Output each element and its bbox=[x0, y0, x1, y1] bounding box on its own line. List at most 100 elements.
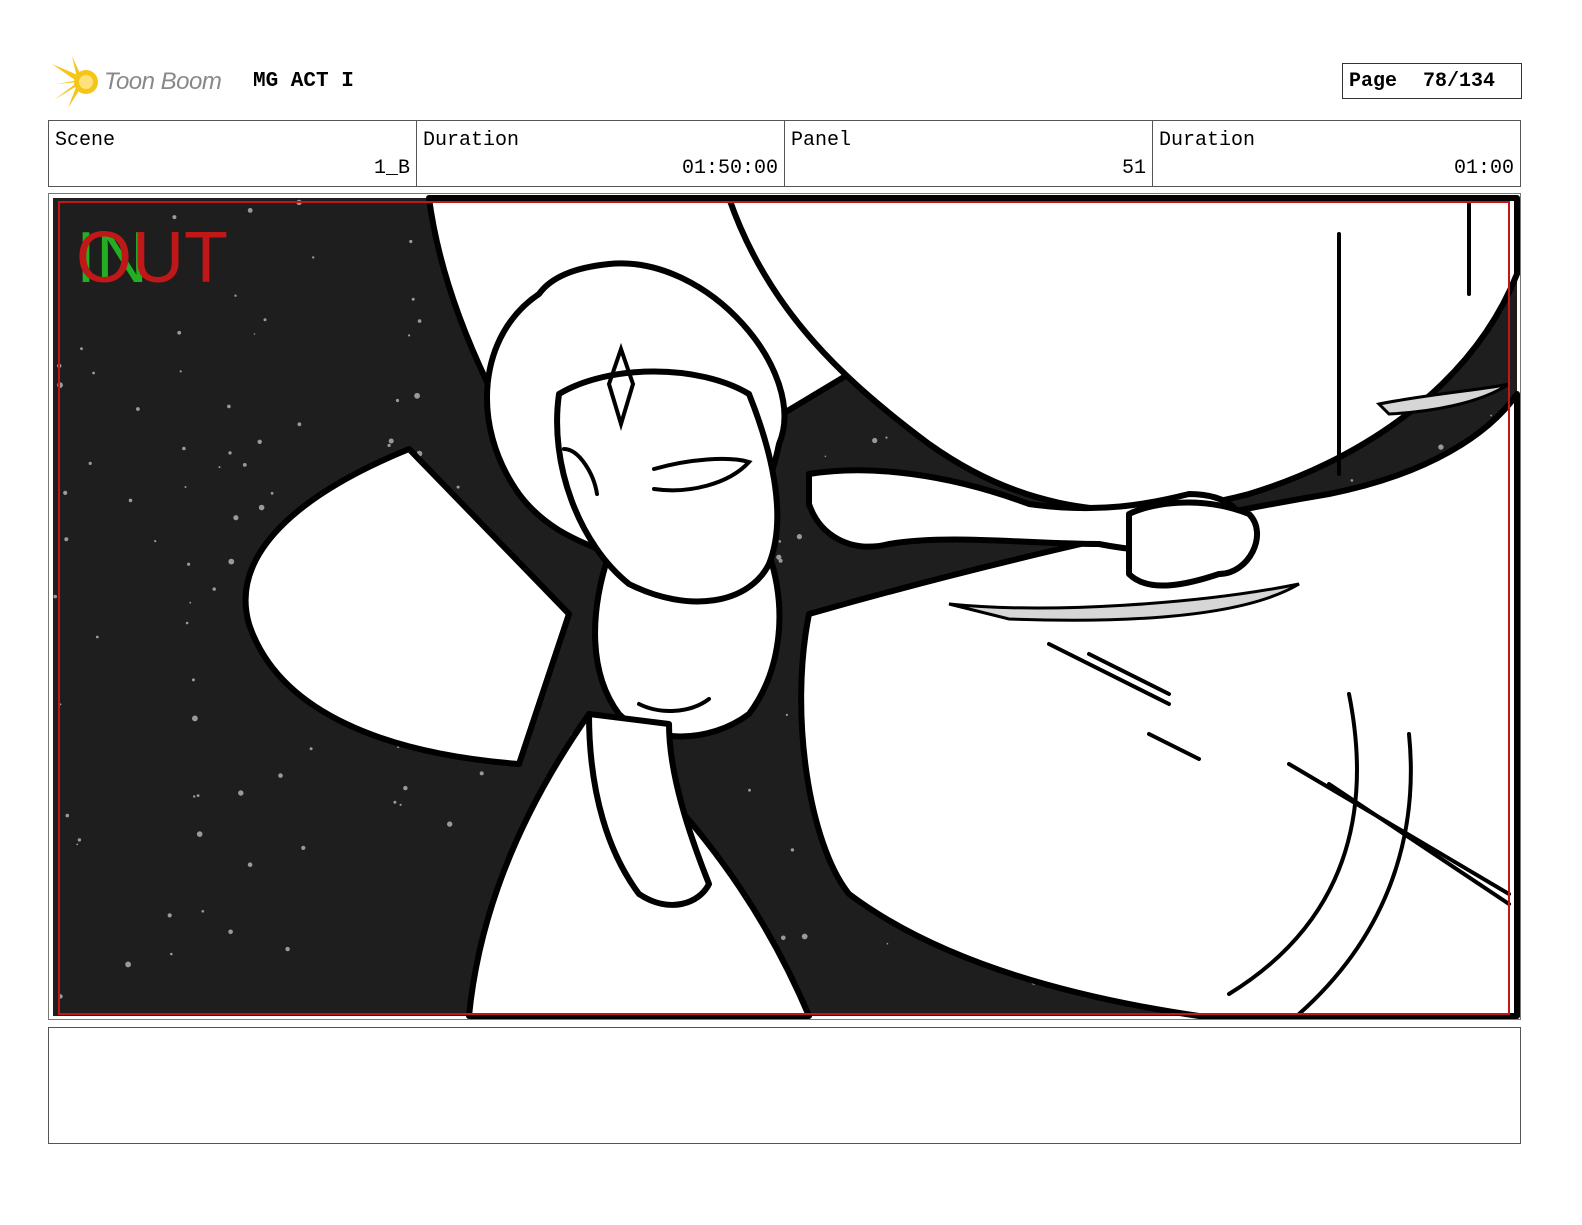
scene-duration-cell: Duration 01:50:00 bbox=[417, 121, 785, 186]
star bbox=[1490, 414, 1492, 417]
panel-notes-box bbox=[48, 1027, 1521, 1144]
star bbox=[403, 785, 408, 791]
starburst-icon bbox=[52, 56, 98, 108]
star bbox=[187, 562, 191, 566]
panel-duration-label: Duration bbox=[1159, 129, 1256, 152]
star bbox=[393, 800, 397, 804]
star bbox=[64, 537, 69, 542]
panel-cell: Panel 51 bbox=[785, 121, 1153, 186]
scene-cell: Scene 1_B bbox=[49, 121, 417, 186]
star bbox=[53, 594, 57, 599]
star bbox=[790, 848, 795, 852]
star bbox=[886, 942, 889, 945]
star bbox=[154, 540, 157, 543]
star bbox=[447, 821, 453, 827]
star bbox=[184, 486, 187, 488]
star bbox=[411, 297, 415, 301]
star bbox=[228, 558, 235, 565]
star bbox=[301, 845, 306, 851]
star bbox=[456, 485, 460, 489]
star bbox=[312, 256, 315, 259]
star bbox=[189, 601, 192, 604]
star bbox=[781, 935, 786, 941]
star bbox=[824, 455, 827, 458]
star bbox=[263, 318, 267, 322]
star bbox=[88, 461, 92, 465]
star bbox=[182, 446, 186, 451]
star bbox=[1438, 444, 1444, 450]
star bbox=[238, 790, 244, 796]
panel-label: Panel bbox=[791, 129, 852, 152]
star bbox=[270, 491, 274, 495]
panel-value: 51 bbox=[1121, 157, 1146, 180]
storyboard-panel bbox=[48, 193, 1521, 1020]
scene-value: 1_B bbox=[373, 157, 410, 180]
star bbox=[125, 961, 131, 968]
star bbox=[228, 451, 232, 455]
star bbox=[778, 558, 783, 563]
star bbox=[218, 466, 221, 469]
star bbox=[247, 862, 253, 867]
star bbox=[785, 713, 789, 717]
star bbox=[193, 795, 196, 798]
star bbox=[77, 838, 82, 842]
page-indicator: Page 78/134 bbox=[1342, 63, 1522, 99]
star bbox=[136, 407, 140, 411]
star bbox=[242, 463, 247, 467]
panel-duration-cell: Duration 01:00 bbox=[1153, 121, 1520, 186]
star bbox=[228, 929, 233, 935]
star bbox=[1350, 479, 1354, 482]
star bbox=[185, 621, 189, 625]
star bbox=[409, 239, 413, 244]
logo-text: Toon Boom bbox=[104, 68, 222, 95]
star bbox=[388, 438, 394, 444]
scene-duration-label: Duration bbox=[423, 129, 520, 152]
star bbox=[778, 540, 782, 543]
star bbox=[387, 443, 391, 447]
star bbox=[177, 330, 182, 335]
star bbox=[65, 813, 70, 818]
star bbox=[227, 404, 231, 409]
star bbox=[309, 747, 313, 751]
star bbox=[885, 436, 888, 439]
star bbox=[257, 439, 262, 444]
in-out-marker: IN OUT bbox=[76, 222, 276, 302]
star bbox=[80, 347, 83, 351]
star bbox=[247, 208, 253, 213]
star bbox=[63, 490, 68, 495]
star bbox=[128, 498, 133, 503]
page-header: Toon Boom MG ACT I Page 78/134 bbox=[50, 56, 1522, 108]
star bbox=[278, 773, 283, 778]
star bbox=[201, 910, 205, 913]
star bbox=[170, 952, 173, 956]
panel-artwork bbox=[53, 195, 1520, 1019]
star bbox=[179, 370, 182, 373]
star bbox=[297, 422, 302, 427]
star bbox=[395, 398, 400, 403]
star bbox=[92, 371, 95, 375]
star bbox=[192, 715, 198, 722]
scene-duration-value: 01:50:00 bbox=[681, 157, 778, 180]
star bbox=[167, 913, 172, 918]
star bbox=[796, 534, 803, 540]
star bbox=[285, 946, 290, 952]
star bbox=[196, 831, 203, 837]
panel-info-table: Scene 1_B Duration 01:50:00 Panel 51 Dur… bbox=[48, 120, 1521, 187]
star bbox=[801, 933, 808, 940]
page-number: 78/134 bbox=[1423, 70, 1496, 93]
star bbox=[408, 334, 411, 337]
star bbox=[399, 803, 402, 806]
star bbox=[95, 635, 99, 639]
star bbox=[76, 843, 79, 846]
project-title: MG ACT I bbox=[253, 70, 354, 93]
star bbox=[212, 587, 216, 591]
star bbox=[253, 333, 256, 335]
star bbox=[196, 794, 200, 797]
star bbox=[233, 515, 239, 521]
star bbox=[414, 392, 420, 399]
out-marker: OUT bbox=[76, 218, 228, 298]
panel-duration-value: 01:00 bbox=[1453, 157, 1514, 180]
star bbox=[417, 319, 422, 323]
star bbox=[872, 437, 878, 444]
page-label: Page bbox=[1349, 70, 1398, 93]
